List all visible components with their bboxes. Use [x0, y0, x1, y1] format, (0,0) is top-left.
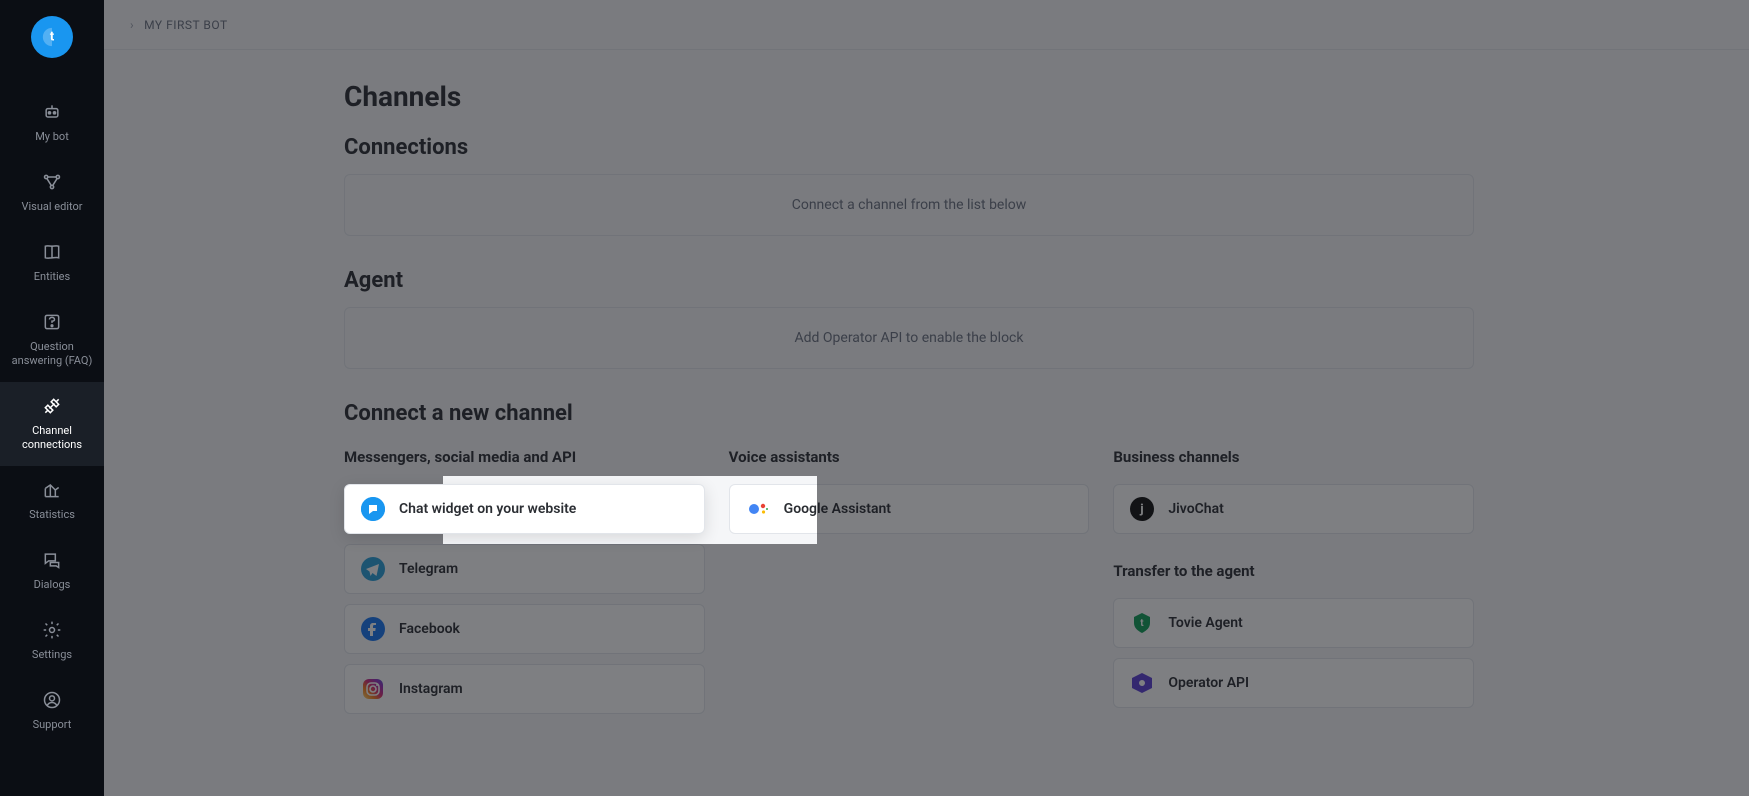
sidebar-item-dialogs[interactable]: Dialogs — [0, 536, 104, 606]
tovie-agent-icon: t — [1130, 611, 1154, 635]
channel-label: Chat widget on your website — [399, 501, 576, 517]
channel-facebook[interactable]: Facebook — [344, 604, 705, 654]
agent-empty-box: Add Operator API to enable the block — [344, 307, 1474, 369]
content-inner: Channels Connections Connect a channel f… — [344, 80, 1474, 724]
stats-icon — [42, 480, 62, 500]
agent-empty-text: Add Operator API to enable the block — [795, 330, 1024, 346]
column-messengers: Messengers, social media and API Chat wi… — [344, 448, 705, 724]
sidebar-item-label: Support — [33, 718, 72, 732]
column-business-transfer: Business channels j JivoChat Transfer to… — [1113, 448, 1474, 724]
sidebar-item-settings[interactable]: Settings — [0, 606, 104, 676]
channel-google-assistant[interactable]: Google Assistant — [729, 484, 1090, 534]
column-title-transfer: Transfer to the agent — [1113, 562, 1474, 580]
sidebar-item-label: Channel connections — [7, 424, 97, 452]
sidebar-item-label: My bot — [35, 130, 69, 144]
channel-label: Google Assistant — [784, 501, 891, 517]
app-root: t My bot Visual editor Entities Question… — [0, 0, 1749, 796]
main-content: › MY FIRST BOT Channels Connections Conn… — [104, 0, 1749, 796]
column-title-business: Business channels — [1113, 448, 1474, 466]
support-icon — [42, 690, 62, 710]
channel-operator-api[interactable]: Operator API — [1113, 658, 1474, 708]
sidebar-item-label: Settings — [32, 648, 72, 662]
gear-icon — [42, 620, 62, 640]
channel-label: Tovie Agent — [1168, 615, 1242, 631]
sidebar: t My bot Visual editor Entities Question… — [0, 0, 104, 796]
sidebar-item-channel-connections[interactable]: Channel connections — [0, 382, 104, 466]
channel-tovie-agent[interactable]: t Tovie Agent — [1113, 598, 1474, 648]
channel-jivochat[interactable]: j JivoChat — [1113, 484, 1474, 534]
column-title-messengers: Messengers, social media and API — [344, 448, 705, 466]
content-area: Channels Connections Connect a channel f… — [104, 50, 1749, 764]
channel-columns: Messengers, social media and API Chat wi… — [344, 448, 1474, 724]
book-icon — [42, 242, 62, 262]
channel-chat-widget[interactable]: Chat widget on your website — [344, 484, 705, 534]
jivochat-icon: j — [1130, 497, 1154, 521]
sidebar-item-label: Entities — [34, 270, 70, 284]
facebook-icon — [361, 617, 385, 641]
sidebar-item-my-bot[interactable]: My bot — [0, 88, 104, 158]
dialogs-icon — [42, 550, 62, 570]
sidebar-nav: My bot Visual editor Entities Question a… — [0, 88, 104, 746]
chat-widget-icon — [361, 497, 385, 521]
operator-api-icon — [1130, 671, 1154, 695]
sidebar-item-statistics[interactable]: Statistics — [0, 466, 104, 536]
breadcrumb-text[interactable]: MY FIRST BOT — [144, 18, 228, 32]
telegram-icon — [361, 557, 385, 581]
sidebar-item-label: Dialogs — [34, 578, 71, 592]
channel-label: Instagram — [399, 681, 463, 697]
sidebar-item-visual-editor[interactable]: Visual editor — [0, 158, 104, 228]
sidebar-item-support[interactable]: Support — [0, 676, 104, 746]
connect-heading: Connect a new channel — [344, 401, 1474, 426]
channel-label: Facebook — [399, 621, 460, 637]
channel-label: Telegram — [399, 561, 458, 577]
channel-telegram[interactable]: Telegram — [344, 544, 705, 594]
connections-empty-text: Connect a channel from the list below — [792, 197, 1027, 213]
google-assistant-icon — [746, 497, 770, 521]
sidebar-item-entities[interactable]: Entities — [0, 228, 104, 298]
svg-text:t: t — [50, 30, 55, 45]
column-title-voice: Voice assistants — [729, 448, 1090, 466]
page-title: Channels — [344, 80, 1474, 113]
faq-icon — [42, 312, 62, 332]
breadcrumb: › MY FIRST BOT — [104, 0, 1749, 50]
channel-label: JivoChat — [1168, 501, 1223, 517]
channel-instagram[interactable]: Instagram — [344, 664, 705, 714]
chevron-right-icon: › — [130, 18, 134, 32]
channel-label: Operator API — [1168, 675, 1249, 691]
sidebar-item-label: Statistics — [29, 508, 75, 522]
instagram-icon — [361, 677, 385, 701]
plug-icon — [42, 396, 62, 416]
logo-icon: t — [31, 16, 73, 58]
sidebar-item-label: Visual editor — [21, 200, 82, 214]
sidebar-item-label: Question answering (FAQ) — [7, 340, 97, 368]
connections-empty-box: Connect a channel from the list below — [344, 174, 1474, 236]
column-voice: Voice assistants Google Assistant — [729, 448, 1090, 724]
sidebar-item-question-answering[interactable]: Question answering (FAQ) — [0, 298, 104, 382]
connections-heading: Connections — [344, 135, 1474, 160]
svg-text:j: j — [1140, 502, 1144, 517]
bot-icon — [42, 102, 62, 122]
agent-heading: Agent — [344, 268, 1474, 293]
logo-container: t — [0, 0, 104, 74]
flow-icon — [42, 172, 62, 192]
